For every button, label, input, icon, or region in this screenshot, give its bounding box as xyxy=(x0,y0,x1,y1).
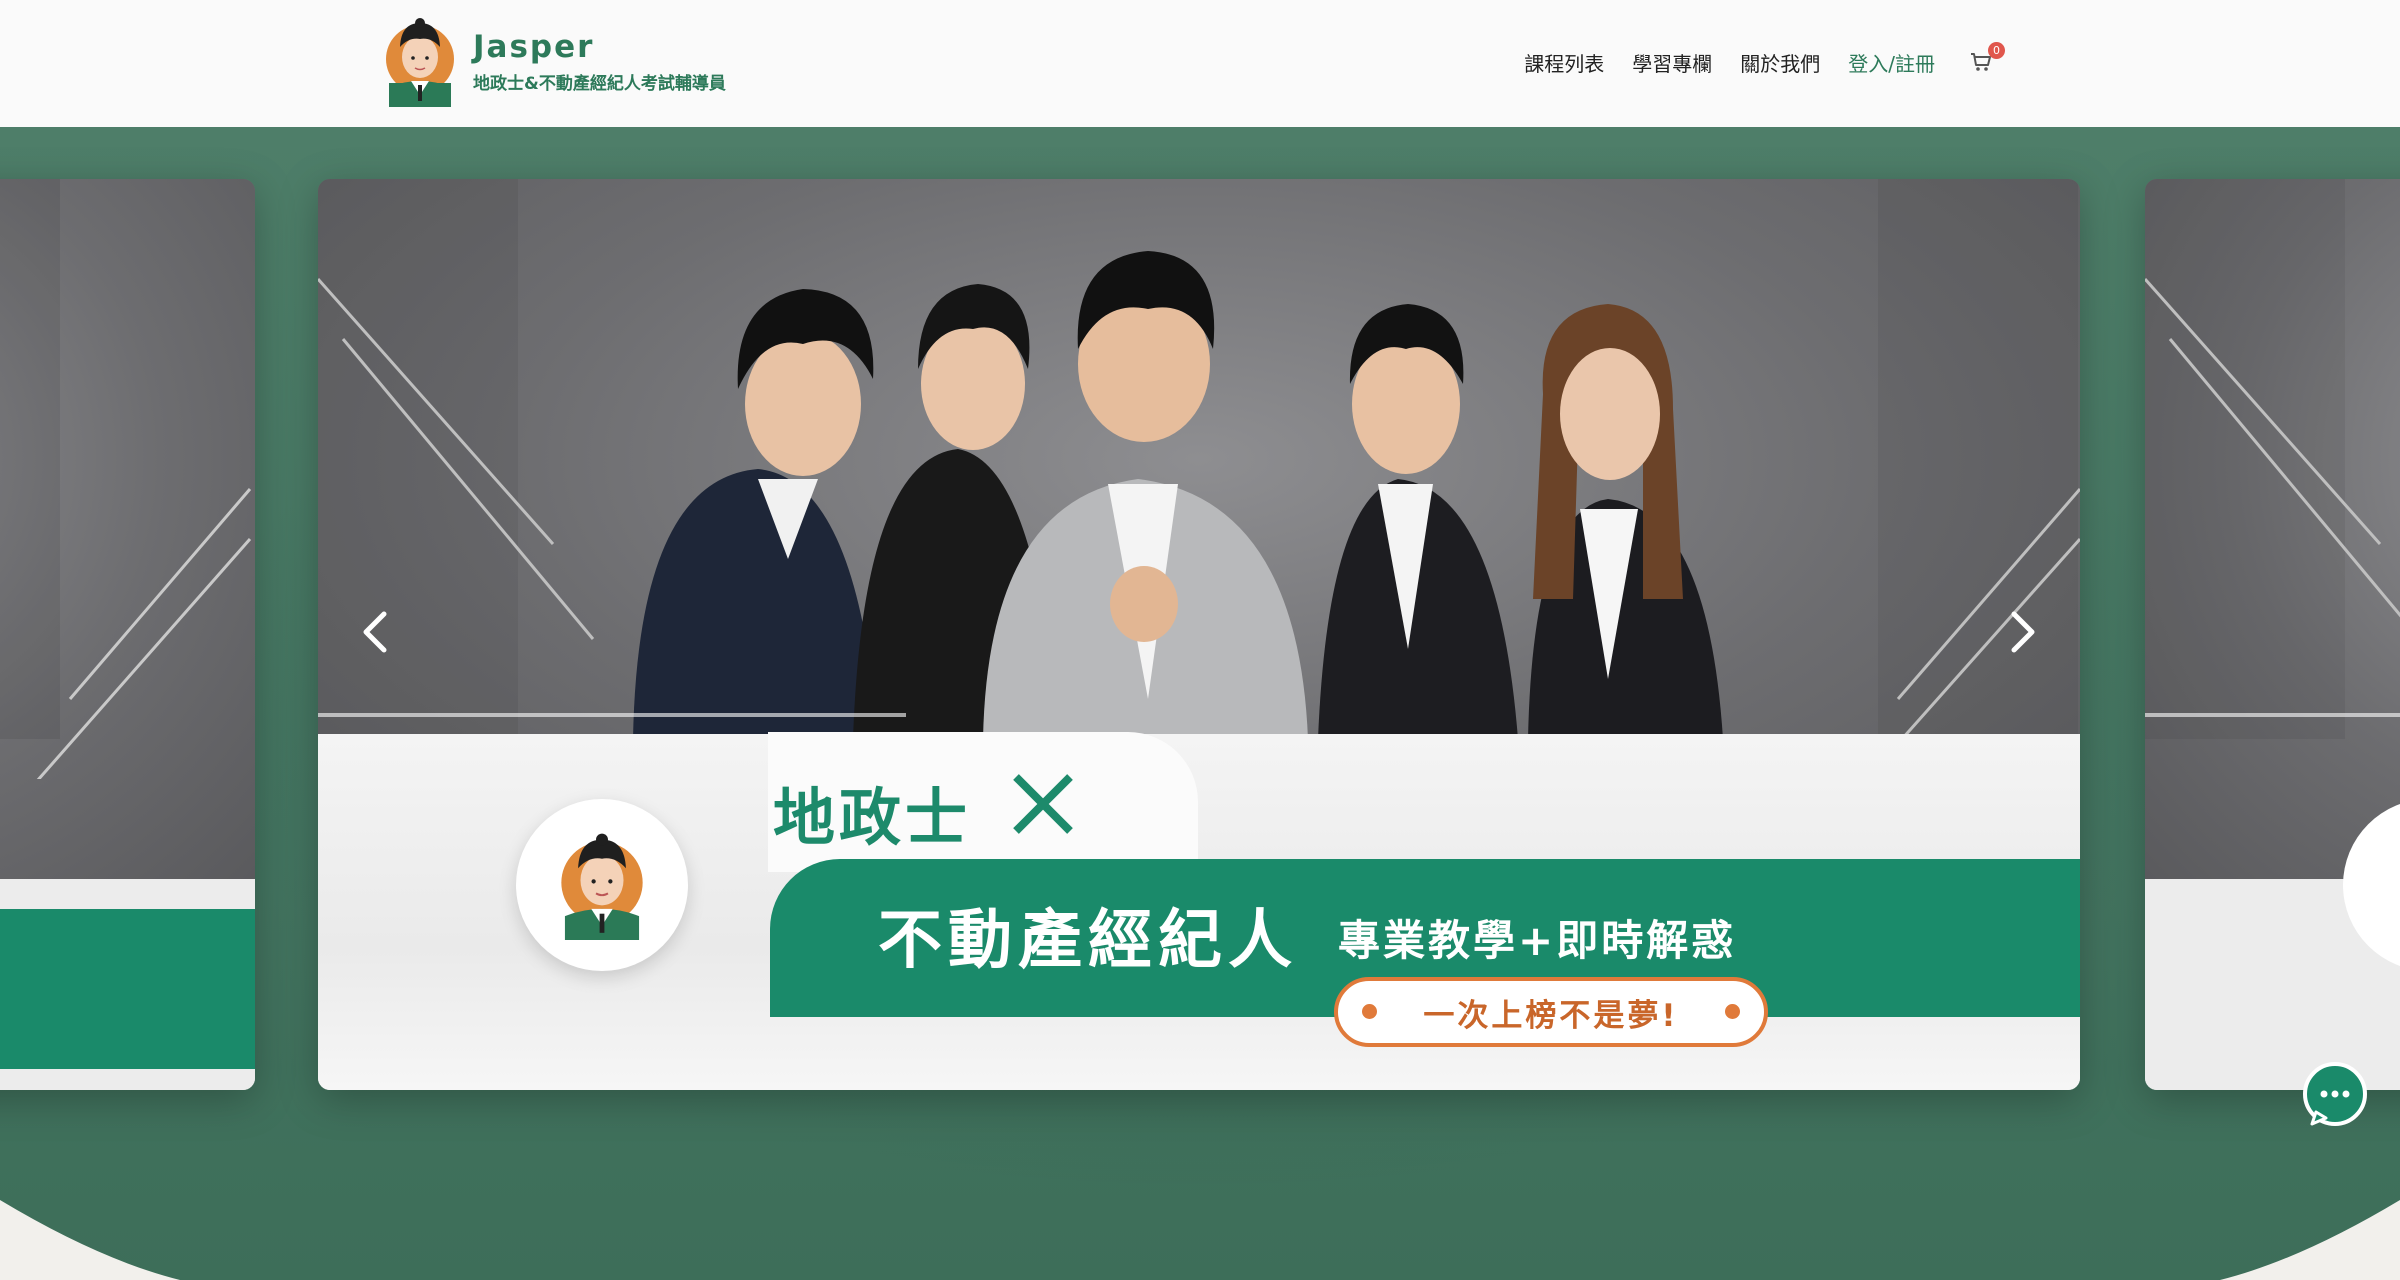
carousel-slide-prev[interactable] xyxy=(0,179,255,1090)
nav-item-about[interactable]: 關於我們 xyxy=(1740,48,1820,77)
brand-text: Jasper 地政士&不動產經紀人考試輔導員 xyxy=(473,29,726,94)
slide-progress-bar xyxy=(318,713,906,717)
hero-title-3: 專業教學+即時解惑 xyxy=(1338,916,1737,965)
main-nav: 課程列表 學習專欄 關於我們 登入/註冊 0 xyxy=(1496,41,2005,77)
cta-dot-left xyxy=(1362,1004,1377,1019)
chevron-right-icon xyxy=(2011,611,2035,653)
bottom-wave-decoration xyxy=(0,1200,2400,1280)
brand-name: Jasper xyxy=(473,28,595,65)
chat-button[interactable] xyxy=(2302,1062,2368,1128)
light-lines-decoration xyxy=(2145,179,2400,739)
chevron-left-icon xyxy=(363,611,387,653)
carousel-slide-active[interactable]: 地政士 不動產經紀人 專業教學+即時解惑 一次上榜不是夢! xyxy=(318,179,2080,1090)
hero-cta-text: 一次上榜不是夢! xyxy=(1423,997,1679,1034)
jasper-avatar-icon xyxy=(561,833,643,940)
site-header: Jasper 地政士&不動產經紀人考試輔導員 課程列表 學習專欄 關於我們 登入… xyxy=(0,0,2400,127)
carousel-prev-button[interactable] xyxy=(346,602,406,662)
jasper-avatar-logo xyxy=(386,18,454,107)
mascot-avatar xyxy=(516,799,688,971)
cross-icon xyxy=(1013,774,1073,834)
brand-logo[interactable]: Jasper 地政士&不動產經紀人考試輔導員 xyxy=(381,15,726,107)
hero-cta-badge: 一次上榜不是夢! xyxy=(1334,977,1768,1047)
chat-bubble-icon xyxy=(2303,1062,2367,1126)
carousel-slide-next[interactable] xyxy=(2145,179,2400,1090)
carousel-next-button[interactable] xyxy=(1992,602,2052,662)
brand-subtitle: 地政士&不動產經紀人考試輔導員 xyxy=(473,73,726,94)
hero-title-2: 不動產經紀人 xyxy=(878,904,1298,978)
cta-dot-right xyxy=(1725,1004,1740,1019)
slide-green-bar xyxy=(0,909,255,1069)
nav-item-blog[interactable]: 學習專欄 xyxy=(1632,48,1712,77)
nav-item-login[interactable]: 登入/註冊 xyxy=(1848,48,1935,77)
cart-button[interactable]: 0 xyxy=(1969,41,2005,76)
light-lines-decoration xyxy=(0,179,252,779)
nav-item-courses[interactable]: 課程列表 xyxy=(1524,48,1604,77)
hero-title-1: 地政士 xyxy=(773,781,972,854)
hero-carousel: 地政士 不動產經紀人 專業教學+即時解惑 一次上榜不是夢! xyxy=(0,127,2400,1280)
cart-count-badge: 0 xyxy=(1988,41,2005,59)
